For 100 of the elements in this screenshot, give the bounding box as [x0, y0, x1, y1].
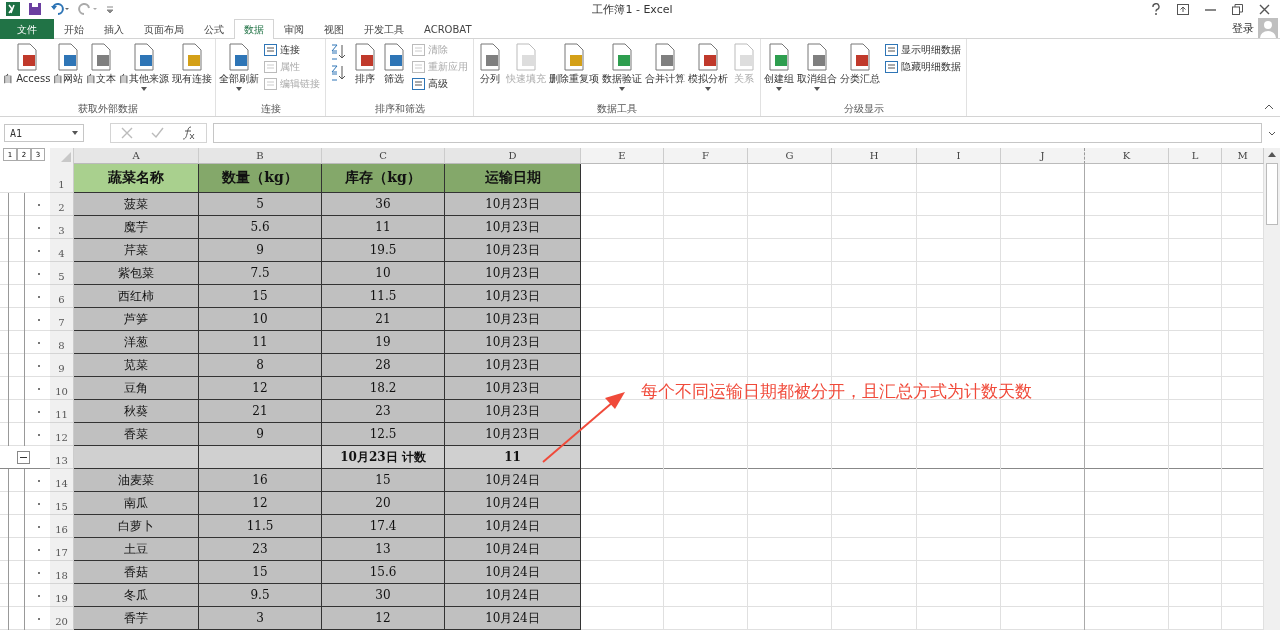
ribbon-button[interactable]: 自 Access	[2, 41, 52, 102]
column-header[interactable]: J	[1001, 148, 1085, 164]
table-cell: 9	[199, 423, 322, 446]
caret-icon[interactable]	[619, 87, 626, 91]
scrollbar-thumb[interactable]	[1266, 163, 1278, 225]
row-header[interactable]: 18	[50, 561, 74, 584]
formula-input[interactable]	[213, 123, 1262, 143]
row-header[interactable]: 9	[50, 354, 74, 377]
row-header[interactable]: 2	[50, 193, 74, 216]
row-header[interactable]: 7	[50, 308, 74, 331]
ribbon-button[interactable]: 自网站	[52, 41, 85, 102]
row-header[interactable]: 12	[50, 423, 74, 446]
column-header[interactable]: L	[1169, 148, 1222, 164]
row-header[interactable]: 15	[50, 492, 74, 515]
row-header[interactable]: 6	[50, 285, 74, 308]
collapse-group-button[interactable]	[17, 451, 30, 464]
column-header[interactable]: E	[581, 148, 664, 164]
ribbon-tab[interactable]: 数据	[234, 19, 274, 39]
table-cell: 10月23日	[445, 239, 581, 262]
table-cell: 3	[199, 607, 322, 630]
ribbon-tab[interactable]: 开始	[54, 19, 94, 39]
column-header[interactable]: A	[74, 148, 199, 164]
column-header[interactable]: G	[748, 148, 832, 164]
ribbon-button[interactable]: 分列	[476, 41, 505, 102]
caret-icon[interactable]	[814, 87, 821, 91]
help-icon[interactable]	[1151, 3, 1161, 15]
column-header[interactable]: B	[199, 148, 322, 164]
table-cell: 9.5	[199, 584, 322, 607]
ribbon-button[interactable]: 自文本	[85, 41, 118, 102]
column-header[interactable]: D	[445, 148, 581, 164]
ribbon-button[interactable]: 现有连接	[171, 41, 214, 102]
table-cell: 10月23日	[445, 354, 581, 377]
row-header[interactable]: 16	[50, 515, 74, 538]
row-header[interactable]: 11	[50, 400, 74, 423]
column-header[interactable]: I	[917, 148, 1001, 164]
expand-icon[interactable]	[1268, 130, 1276, 136]
scroll-up-icon[interactable]	[1268, 152, 1276, 157]
row-header[interactable]: 3	[50, 216, 74, 239]
ribbon-tab[interactable]: 开发工具	[354, 19, 414, 39]
restore-icon[interactable]	[1232, 3, 1243, 15]
caret-icon[interactable]	[705, 87, 712, 91]
row-header[interactable]: 13	[50, 446, 74, 469]
table-cell: 20	[322, 492, 445, 515]
ribbon-button[interactable]: 删除重复项	[548, 41, 601, 102]
sign-in-link[interactable]: 登录	[1232, 20, 1254, 36]
caret-icon[interactable]	[236, 87, 243, 91]
ribbon-tab[interactable]: ACROBAT	[414, 19, 482, 39]
ribbon-button[interactable]: 排序	[351, 41, 380, 102]
row-header[interactable]: 19	[50, 584, 74, 607]
column-header[interactable]: K	[1085, 148, 1169, 164]
caret-icon[interactable]	[141, 87, 148, 91]
ribbon-button[interactable]: 全部刷新	[218, 41, 261, 102]
ribbon-display-icon[interactable]	[1177, 3, 1189, 15]
ribbon-button[interactable]: 数据验证	[601, 41, 644, 102]
row-header[interactable]: 10	[50, 377, 74, 400]
row-header[interactable]: 8	[50, 331, 74, 354]
ribbon-tab[interactable]: 审阅	[274, 19, 314, 39]
table-cell: 香菇	[74, 561, 199, 584]
ribbon-button[interactable]: 创建组	[763, 41, 796, 102]
name-box[interactable]: A1	[4, 124, 84, 142]
ribbon-button[interactable]: 模拟分析	[687, 41, 730, 102]
row-header[interactable]: 20	[50, 607, 74, 630]
sort-ascending-icon[interactable]	[331, 43, 348, 61]
row-header[interactable]: 14	[50, 469, 74, 492]
ribbon-button[interactable]: 高级	[412, 77, 469, 91]
caret-icon[interactable]	[776, 87, 783, 91]
column-header[interactable]: C	[322, 148, 445, 164]
ribbon-button[interactable]: 连接	[264, 43, 321, 57]
ribbon-tab[interactable]: 视图	[314, 19, 354, 39]
caret-icon[interactable]	[72, 131, 78, 135]
ribbon-button[interactable]: 取消组合	[796, 41, 839, 102]
column-header[interactable]: F	[664, 148, 748, 164]
ribbon-tab[interactable]: 插入	[94, 19, 134, 39]
row-header[interactable]: 5	[50, 262, 74, 285]
ribbon-button[interactable]: 分类汇总	[839, 41, 882, 102]
table-cell: 10月23日	[445, 285, 581, 308]
ribbon-button[interactable]: 合并计算	[644, 41, 687, 102]
column-header[interactable]: M	[1222, 148, 1264, 164]
list-icon	[412, 44, 426, 56]
ribbon-button[interactable]: 显示明细数据	[885, 43, 962, 57]
customize-icon[interactable]	[106, 4, 114, 14]
column-header[interactable]: H	[832, 148, 917, 164]
undo-icon[interactable]	[50, 2, 70, 16]
ribbon-tab[interactable]: 文件	[0, 19, 54, 39]
ribbon-button[interactable]: 自其他来源	[118, 41, 171, 102]
row-header[interactable]: 4	[50, 239, 74, 262]
row-header[interactable]: 17	[50, 538, 74, 561]
row-header[interactable]: 1	[50, 164, 74, 193]
ribbon-button[interactable]: 隐藏明细数据	[885, 60, 962, 74]
ribbon-tab[interactable]: 公式	[194, 19, 234, 39]
ribbon-tab[interactable]: 页面布局	[134, 19, 194, 39]
ribbon-button[interactable]: 筛选	[380, 41, 409, 102]
close-icon[interactable]	[1259, 3, 1270, 15]
table-cell: 南瓜	[74, 492, 199, 515]
save-icon[interactable]	[28, 2, 42, 16]
table-cell: 10月23日	[445, 377, 581, 400]
collapse-ribbon-icon[interactable]	[1264, 104, 1274, 110]
function-icon[interactable]	[182, 126, 196, 140]
table-cell: 12.5	[322, 423, 445, 446]
sort-descending-icon[interactable]	[331, 64, 348, 82]
